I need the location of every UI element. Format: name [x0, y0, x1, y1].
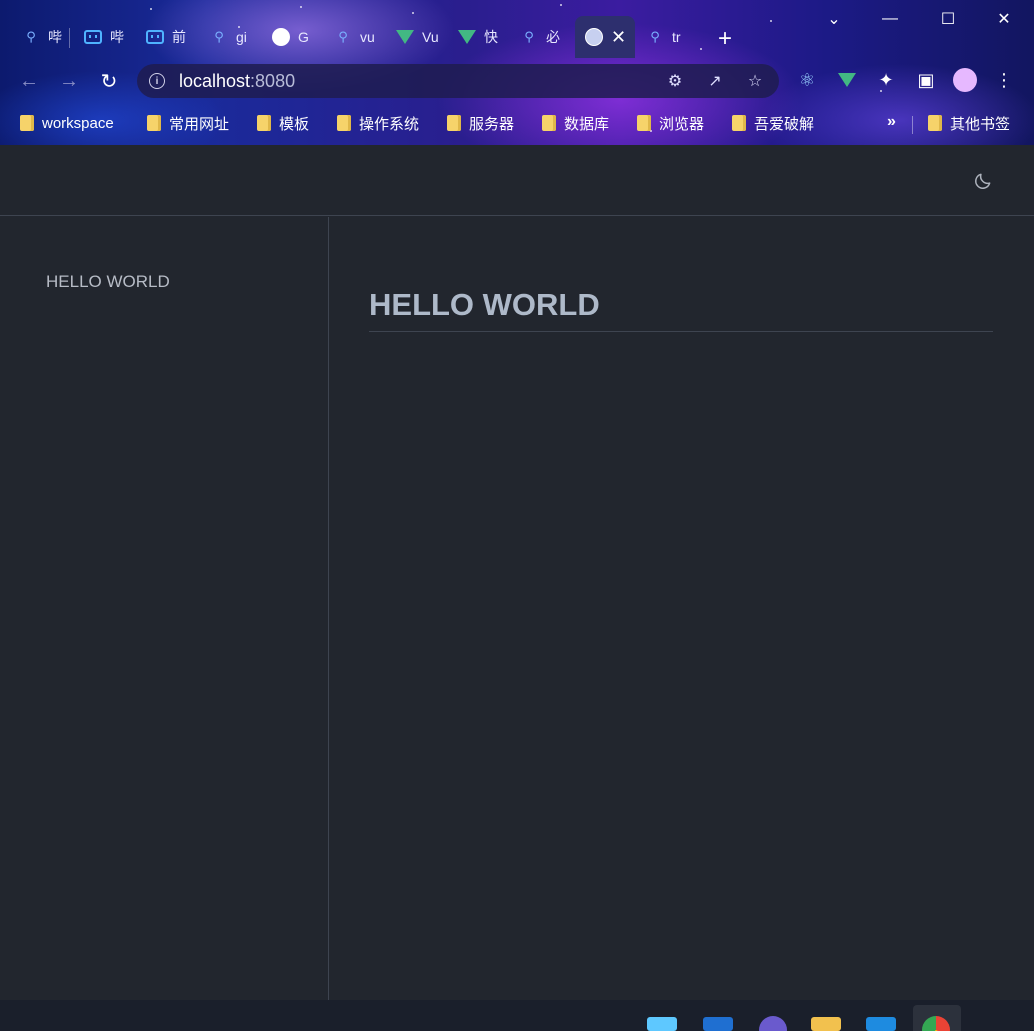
chat-icon[interactable]: [759, 1016, 787, 1031]
top-navbar: [0, 145, 1034, 216]
folder-icon: [147, 115, 161, 131]
bookmarks-divider: [912, 116, 913, 134]
file-explorer-icon[interactable]: [811, 1017, 841, 1031]
vue-devtools-icon[interactable]: [835, 68, 859, 92]
tab-2[interactable]: 哔: [84, 18, 124, 56]
maximize-button[interactable]: ☐: [920, 0, 976, 38]
vue-icon: [396, 28, 414, 46]
side-panel-icon[interactable]: ▣: [914, 68, 938, 92]
profile-avatar[interactable]: [953, 68, 977, 92]
tab-1[interactable]: ⚲ 哔: [22, 18, 70, 56]
folder-icon: [637, 115, 651, 131]
tab-6[interactable]: ⚲ vu: [334, 18, 375, 56]
folder-icon: [732, 115, 746, 131]
folder-icon: [447, 115, 461, 131]
translate-icon[interactable]: ⚙: [665, 71, 685, 91]
url-text: localhost:8080: [179, 70, 296, 91]
bookmark-star-icon[interactable]: ☆: [745, 71, 765, 91]
bookmarks-bar: workspace 常用网址 模板 操作系统 服务器 数据库 浏览器 吾爱破解 …: [0, 104, 1034, 142]
bilibili-icon: [146, 28, 164, 46]
search-icon: ⚲: [214, 29, 224, 44]
taskbar: [0, 1000, 1034, 1031]
react-devtools-icon[interactable]: ⚛: [795, 68, 819, 92]
tab-4[interactable]: ⚲ gi: [210, 18, 247, 56]
folder-icon: [928, 115, 942, 131]
bilibili-icon: [84, 28, 102, 46]
browser-chrome: ⚲ 哔 哔 前 ⚲ gi G ⚲ vu Vu 快 ⚲ 必 ✕ ⚲ tr + ⌄ …: [0, 0, 1034, 145]
tab-active[interactable]: ✕: [575, 16, 635, 58]
tab-strip: ⚲ 哔 哔 前 ⚲ gi G ⚲ vu Vu 快 ⚲ 必 ✕ ⚲ tr: [0, 16, 800, 58]
tab-7[interactable]: Vu: [396, 18, 439, 56]
back-icon[interactable]: ←: [14, 66, 44, 96]
extensions-icon[interactable]: ✦: [874, 68, 898, 92]
tab-5[interactable]: G: [272, 18, 309, 56]
folder-icon: [20, 115, 34, 131]
info-icon[interactable]: i: [149, 73, 165, 89]
vue-icon: [458, 28, 476, 46]
close-tab-icon[interactable]: ✕: [611, 27, 626, 48]
globe-icon: [585, 28, 603, 46]
tab-11[interactable]: ⚲ tr: [646, 18, 680, 56]
folder-icon: [542, 115, 556, 131]
search-icon: ⚲: [650, 29, 660, 44]
dark-mode-toggle-icon[interactable]: [973, 171, 993, 191]
bookmark-server[interactable]: 服务器: [447, 113, 514, 133]
tab-9[interactable]: ⚲ 必: [520, 18, 560, 56]
forward-icon[interactable]: →: [54, 66, 84, 96]
bookmark-templates[interactable]: 模板: [257, 113, 309, 133]
github-icon: [272, 28, 290, 46]
share-icon[interactable]: ↗: [705, 71, 725, 91]
vscode-icon[interactable]: [866, 1017, 896, 1031]
search-icon: ⚲: [338, 29, 348, 44]
page-viewport: HELLO WORLD HELLO WORLD: [0, 145, 1034, 1000]
search-icon: ⚲: [524, 29, 534, 44]
sidebar-link-hello-world[interactable]: HELLO WORLD: [46, 272, 170, 292]
folder-icon: [337, 115, 351, 131]
reload-icon[interactable]: ↻: [94, 66, 124, 96]
task-view-icon[interactable]: [703, 1017, 733, 1031]
bookmark-workspace[interactable]: workspace: [20, 113, 114, 133]
minimize-button[interactable]: —: [862, 0, 918, 38]
browser-toolbar: ← → ↻ i localhost:8080 ⚙ ↗ ☆ ⚛ ✦ ▣ ⋮: [0, 58, 1034, 104]
bookmark-52pojie[interactable]: 吾爱破解: [732, 113, 814, 133]
tab-8[interactable]: 快: [458, 18, 498, 56]
sidebar: HELLO WORLD: [0, 217, 329, 1000]
start-icon[interactable]: [647, 1017, 677, 1031]
bookmark-database[interactable]: 数据库: [542, 113, 609, 133]
page-title: HELLO WORLD: [369, 287, 993, 332]
bookmark-common-sites[interactable]: 常用网址: [147, 113, 229, 133]
search-icon: ⚲: [26, 29, 36, 44]
menu-icon[interactable]: ⋮: [992, 68, 1016, 92]
tab-search-icon[interactable]: ⌄: [806, 0, 862, 38]
close-window-button[interactable]: ✕: [976, 0, 1032, 38]
address-bar[interactable]: i localhost:8080 ⚙ ↗ ☆: [137, 64, 779, 98]
folder-icon: [257, 115, 271, 131]
tab-3[interactable]: 前: [146, 18, 186, 56]
new-tab-button[interactable]: +: [708, 22, 742, 56]
bookmark-os[interactable]: 操作系统: [337, 113, 419, 133]
bookmarks-more-button[interactable]: »: [887, 113, 896, 131]
bookmark-other[interactable]: 其他书签: [928, 113, 1010, 133]
bookmark-browser[interactable]: 浏览器: [637, 113, 704, 133]
